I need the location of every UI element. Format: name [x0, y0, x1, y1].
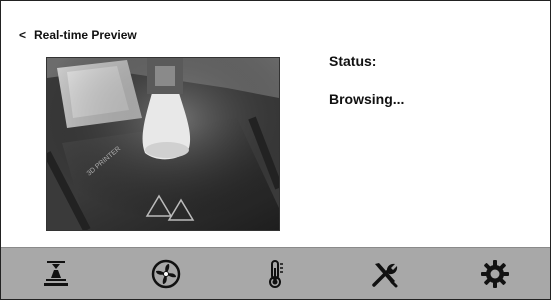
- status-label: Status:: [329, 53, 377, 69]
- print-bed-icon: [43, 260, 68, 286]
- nav-fan-button[interactable]: [136, 251, 196, 297]
- fan-icon: [151, 259, 180, 288]
- camera-preview: 3D PRINTER: [46, 57, 280, 231]
- back-header[interactable]: < Real-time Preview: [19, 26, 137, 44]
- settings-gear-icon: [481, 259, 510, 288]
- bottom-nav-bar: [1, 247, 550, 299]
- tools-icon: [372, 262, 398, 287]
- nav-temperature-button[interactable]: [245, 251, 305, 297]
- back-arrow-icon[interactable]: <: [19, 28, 26, 42]
- nav-tools-button[interactable]: [355, 251, 415, 297]
- printer-screen: < Real-time Preview 3D PRINTER Status: B…: [0, 0, 551, 300]
- camera-image: 3D PRINTER: [47, 58, 279, 230]
- thermometer-icon: [269, 259, 284, 288]
- page-title: Real-time Preview: [34, 28, 137, 42]
- status-value: Browsing...: [329, 91, 405, 107]
- nav-print-button[interactable]: [26, 251, 86, 297]
- nav-settings-button[interactable]: [465, 251, 525, 297]
